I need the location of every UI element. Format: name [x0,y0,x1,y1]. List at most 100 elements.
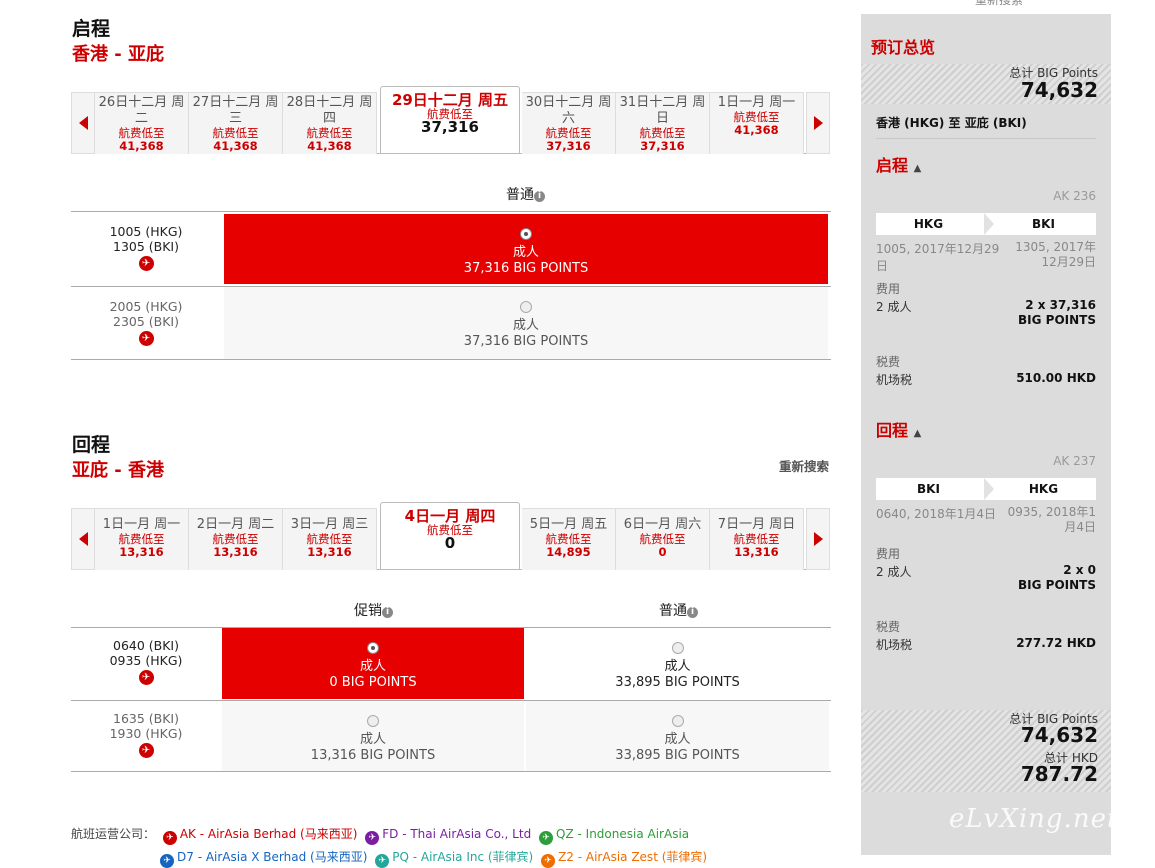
footer-hkd: 787.72 [1020,762,1098,786]
inbound-title: 回程 [72,434,111,456]
date-tab[interactable]: 31日十二月 周日 航费低至 37,316 [616,92,710,154]
flight-row: 0640 (BKI) 0935 (HKG) ✈ 成人 0 BIG POINTS 成人… [71,627,831,700]
outbound-route: 香港 - 亚庇 [72,44,165,65]
flight-row: 2005 (HKG) 2305 (BKI) ✈ 成人 37,316 BIG POIN… [71,286,831,360]
outbound-date-bar: 26日十二月 周二 航费低至 41,368 27日十二月 周三 航费低至 41,368 … [71,86,830,154]
fare-header-normal: 普通 i [506,184,545,204]
radio[interactable] [671,642,684,654]
plane-icon[interactable]: ✈ [138,256,154,271]
plane-icon: ✈ [160,854,174,868]
plane-icon[interactable]: ✈ [138,743,154,758]
plane-icon[interactable]: ✈ [138,331,154,346]
tax-name: 机场税 [876,638,913,652]
fee-value: 2 x 0 [1063,563,1096,577]
plane-icon: ✈ [162,831,177,845]
radio-selected[interactable] [520,228,532,240]
date-tab[interactable]: 1日一月 周一 航费低至 13,316 [95,508,189,570]
plane-icon: ✈ [539,831,554,845]
summary-footer-totals: 总计 BIG Points 74,632 总计 HKD 787.72 [861,710,1111,792]
date-tab[interactable]: 28日十二月 周四 航费低至 41,368 [283,92,377,154]
left-arrow-icon [78,116,88,130]
from-code: HKG [913,217,944,231]
fare-option[interactable]: 成人 33,895 BIG POINTS [526,628,829,699]
radio-selected[interactable] [367,642,379,654]
date-tab[interactable]: 1日一月 周一 航费低至 41,368 [710,92,804,154]
radio[interactable] [671,715,684,727]
summary-out-title[interactable]: 启程 ▲ [876,152,921,176]
outbound-title: 启程 [72,18,111,40]
radio[interactable] [520,301,532,313]
collapse-icon[interactable]: ▲ [914,428,922,439]
summary-route: 香港 (HKG) 至 亚庇 (BKI) [876,116,1027,130]
pax-count: 2 成人 [876,300,912,314]
next-day-arrow[interactable] [806,92,830,154]
flight-row: 1005 (HKG) 1305 (BKI) ✈ 成人 37,316 BIG POIN… [71,211,831,286]
fee-unit: BIG POINTS [1018,313,1096,327]
summary-title: 预订总览 [871,38,936,57]
route-strip: HKG BKI [876,213,1096,235]
from-code: BKI [917,482,940,496]
info-icon[interactable]: i [534,191,545,202]
summary-ret-title[interactable]: 回程 ▲ [876,417,921,441]
fare-option[interactable]: 成人 37,316 BIG POINTS [224,287,828,359]
tax-value: 277.72 HKD [1016,636,1096,650]
tax-label: 税费 [876,355,901,369]
arr-time: 1305, 2017年12月29日 [1015,240,1096,269]
inbound-route: 亚庇 - 香港 [72,460,165,481]
legend-label: 航班运营公司： [71,827,156,841]
flight-times: 2005 (HKG) 2305 (BKI) ✈ [109,299,183,346]
next-day-arrow[interactable] [806,508,830,570]
info-icon[interactable]: i [382,607,393,618]
tax-name: 机场税 [876,373,913,387]
date-tab-selected[interactable]: 29日十二月 周五 航费低至 37,316 [380,86,520,153]
operator-legend-row2: ✈ D7 - AirAsia X Berhad (马来西亚) ✈ PQ - AirA… [160,848,707,868]
operator-legend: 航班运营公司： ✈ AK - AirAsia Berhad (马来西亚) ✈ FD … [71,825,689,845]
prev-day-arrow[interactable] [71,508,95,570]
date-tab[interactable]: 6日一月 周六 航费低至 0 [616,508,710,570]
new-search-link[interactable]: 重新搜索 [779,456,829,475]
footer-points: 74,632 [1020,723,1098,747]
collapse-icon[interactable]: ▲ [914,163,922,174]
left-arrow-icon [78,532,88,546]
date-tab-selected[interactable]: 4日一月 周四 航费低至 0 [380,502,520,569]
radio[interactable] [367,715,379,727]
top-cut-text: 重新搜索 [975,0,1024,7]
legend-item-fd: ✈ FD - Thai AirAsia Co., Ltd [365,827,531,845]
legend-item-z2: ✈ Z2 - AirAsia Zest (菲律宾) [541,850,707,868]
summary-total-box: 总计 BIG Points 74,632 [861,64,1111,104]
inbound-date-bar: 1日一月 周一 航费低至 13,316 2日一月 周二 航费低至 13,316 3日一月… [71,502,830,570]
dep-time: 1005, 2017年12月29日 [876,242,1000,273]
pax-count: 2 成人 [876,565,912,579]
tax-value: 510.00 HKD [1016,371,1096,385]
flight-times: 1005 (HKG) 1305 (BKI) ✈ [109,224,183,271]
fare-option-selected[interactable]: 成人 0 BIG POINTS [222,628,524,699]
date-tab[interactable]: 3日一月 周三 航费低至 13,316 [283,508,377,570]
plane-icon[interactable]: ✈ [138,670,154,685]
dep-time: 0640, 2018年1月4日 [876,507,996,521]
prev-day-arrow[interactable] [71,92,95,154]
to-code: BKI [1032,217,1055,231]
legend-item-pq: ✈ PQ - AirAsia Inc (菲律宾) [375,850,533,868]
plane-icon: ✈ [375,854,390,868]
date-tab[interactable]: 27日十二月 周三 航费低至 41,368 [189,92,283,154]
fare-option-selected[interactable]: 成人 37,316 BIG POINTS [224,214,828,284]
date-tab[interactable]: 2日一月 周二 航费低至 13,316 [189,508,283,570]
fare-option[interactable]: 成人 13,316 BIG POINTS [222,701,524,771]
legend-item-d7: ✈ D7 - AirAsia X Berhad (马来西亚) [160,850,367,868]
arr-time: 0935, 2018年1月4日 [1007,505,1096,534]
fee-label: 费用 [876,282,901,296]
to-code: HKG [1028,482,1059,496]
tax-label: 税费 [876,620,901,634]
date-tab[interactable]: 30日十二月 周六 航费低至 37,316 [522,92,616,154]
date-tab[interactable]: 7日一月 周日 航费低至 13,316 [710,508,804,570]
legend-item-ak: ✈ AK - AirAsia Berhad (马来西亚) [162,827,357,845]
flight-row: 1635 (BKI)1930 (HKG) ✈ 限量 成人13,316 BIG P… [71,700,831,772]
route-strip: BKI HKG [876,478,1096,500]
fare-option[interactable]: 成人 33,895 BIG POINTS [526,701,829,771]
date-tab[interactable]: 5日一月 周五 航费低至 14,895 [522,508,616,570]
flight-times: 1635 (BKI) 1930 (HKG) ✈ [109,711,183,758]
plane-icon: ✈ [365,831,380,845]
right-arrow-icon [813,532,823,546]
info-icon[interactable]: i [687,607,698,618]
date-tab[interactable]: 26日十二月 周二 航费低至 41,368 [95,92,189,154]
